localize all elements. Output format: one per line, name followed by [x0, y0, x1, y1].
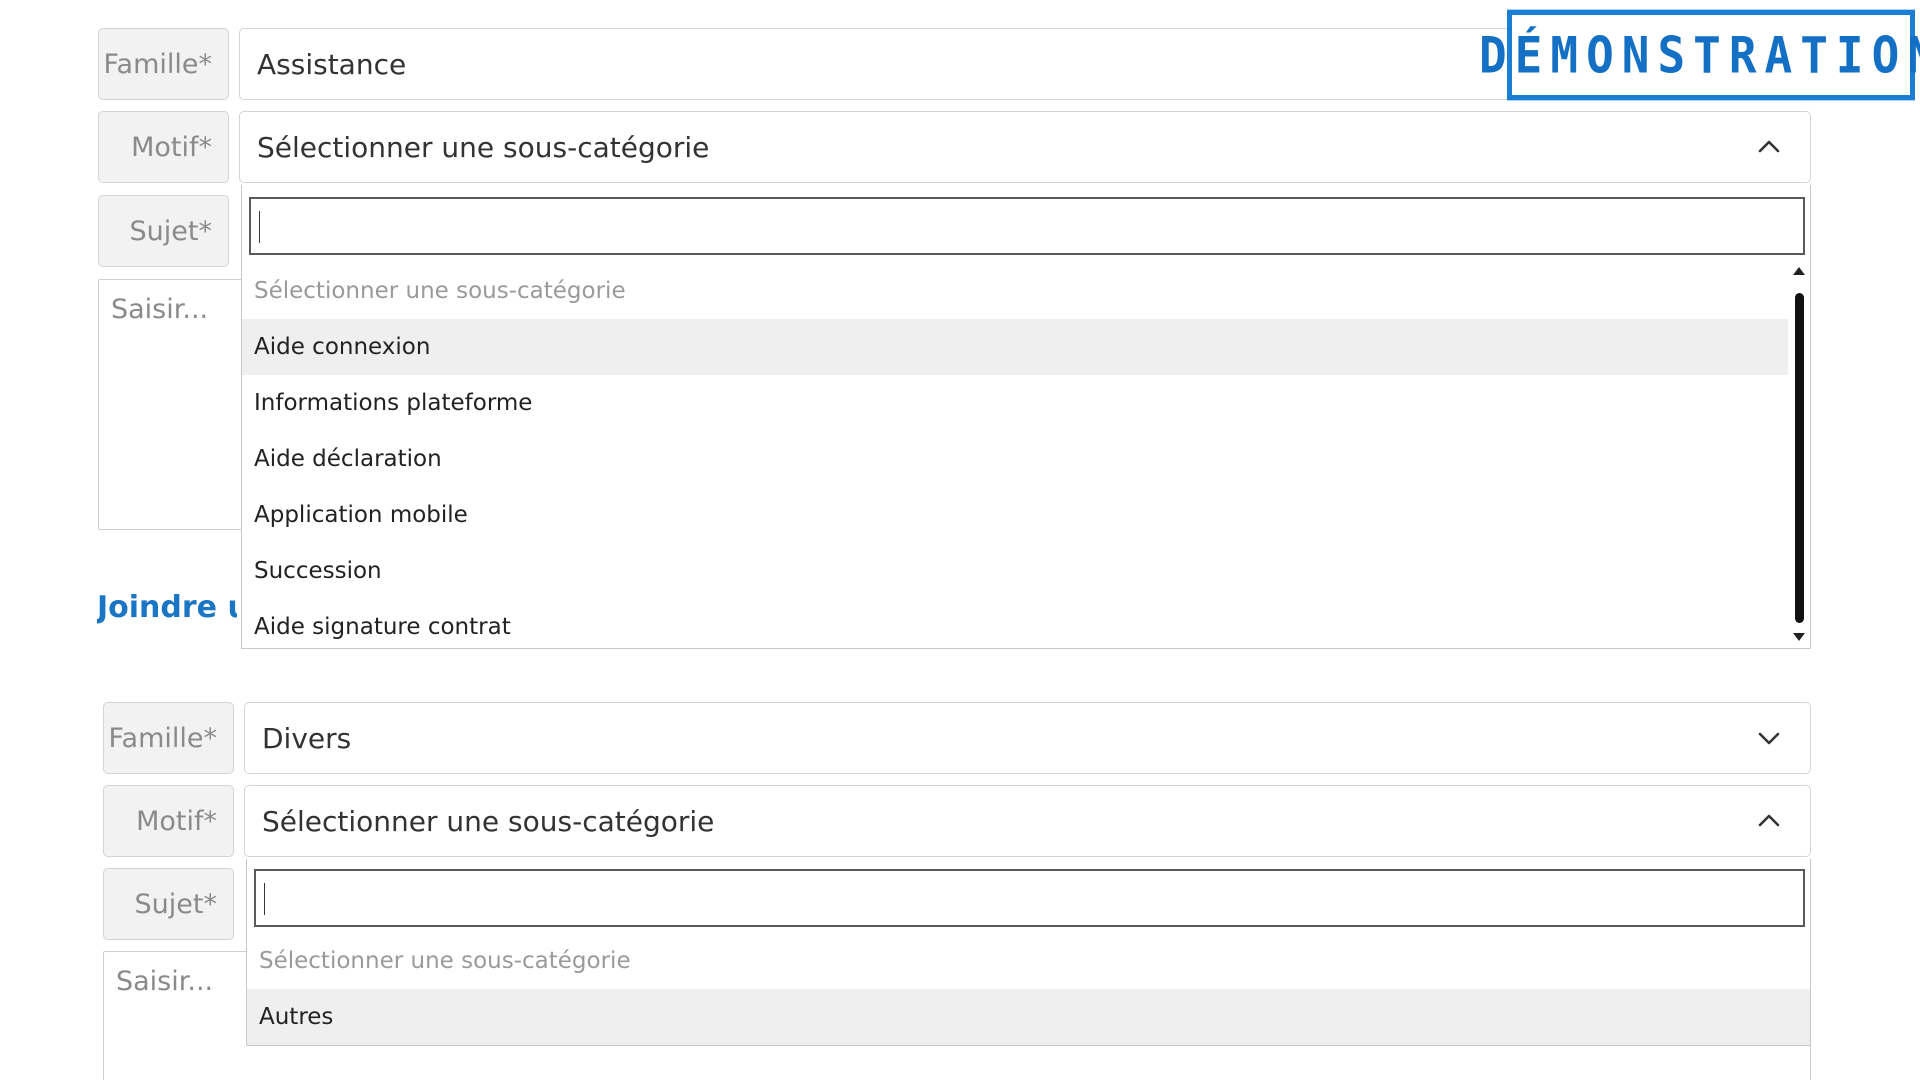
famille-selected-value: Assistance — [257, 47, 407, 81]
sujet-label-text: Sujet* — [129, 215, 212, 247]
join-file-link[interactable]: Joindre u — [97, 590, 237, 625]
join-file-link-text: Joindre u — [97, 590, 237, 625]
famille-label: Famille* — [103, 702, 234, 774]
scroll-thumb[interactable] — [1795, 293, 1804, 623]
motif-select[interactable]: Sélectionner une sous-catégorie — [239, 111, 1811, 183]
text-caret — [259, 211, 260, 243]
famille-label-text: Famille* — [103, 48, 212, 80]
watermark-text: DÉMONSTRATION — [1478, 25, 1920, 85]
dropdown-option[interactable]: Informations plateforme — [242, 375, 1788, 431]
sujet-label: Sujet* — [103, 868, 234, 940]
motif-selected-value: Sélectionner une sous-catégorie — [262, 804, 715, 838]
dropdown-scrollbar[interactable] — [1790, 263, 1808, 647]
famille-label: Famille* — [98, 28, 229, 100]
demonstration-watermark: DÉMONSTRATION — [1479, 9, 1920, 101]
famille-selected-value: Divers — [262, 721, 352, 755]
motif-selected-value: Sélectionner une sous-catégorie — [257, 130, 710, 164]
famille-select[interactable]: Divers — [244, 702, 1811, 774]
famille-label-text: Famille* — [108, 722, 217, 754]
dropdown-option[interactable]: Autres — [247, 989, 1810, 1045]
scroll-up-arrow-icon[interactable] — [1793, 267, 1805, 275]
dropdown-option[interactable]: Aide connexion — [242, 319, 1788, 375]
motif-label: Motif* — [98, 111, 229, 183]
motif-dropdown-panel: Sélectionner une sous-catégorie Aide conn… — [241, 185, 1811, 649]
scroll-down-arrow-icon[interactable] — [1793, 633, 1805, 641]
message-placeholder: Saisir... — [116, 966, 214, 997]
dropdown-search-input[interactable] — [249, 197, 1805, 255]
dropdown-option[interactable]: Aide signature contrat — [242, 599, 1788, 648]
dropdown-option-placeholder[interactable]: Sélectionner une sous-catégorie — [247, 933, 1810, 989]
chevron-down-icon[interactable] — [1756, 725, 1782, 751]
motif-label-text: Motif* — [136, 805, 217, 837]
dropdown-search-input[interactable] — [254, 869, 1805, 927]
sujet-label: Sujet* — [98, 195, 229, 267]
sujet-label-text: Sujet* — [134, 888, 217, 920]
page: Famille* Assistance Motif* Sélectionner … — [0, 0, 1920, 1080]
dropdown-option[interactable]: Succession — [242, 543, 1788, 599]
motif-label-text: Motif* — [131, 131, 212, 163]
chevron-up-icon[interactable] — [1756, 134, 1782, 160]
dropdown-options-list: Sélectionner une sous-catégorie Aide conn… — [242, 263, 1788, 648]
dropdown-option[interactable]: Application mobile — [242, 487, 1788, 543]
motif-select[interactable]: Sélectionner une sous-catégorie — [244, 785, 1811, 857]
message-placeholder: Saisir... — [111, 294, 209, 325]
dropdown-option[interactable]: Aide déclaration — [242, 431, 1788, 487]
chevron-up-icon[interactable] — [1756, 808, 1782, 834]
dropdown-options-list: Sélectionner une sous-catégorie Autres — [247, 933, 1810, 1045]
dropdown-option-placeholder[interactable]: Sélectionner une sous-catégorie — [242, 263, 1788, 319]
motif-dropdown-panel: Sélectionner une sous-catégorie Autres — [246, 859, 1811, 1046]
motif-label: Motif* — [103, 785, 234, 857]
text-caret — [264, 883, 265, 915]
